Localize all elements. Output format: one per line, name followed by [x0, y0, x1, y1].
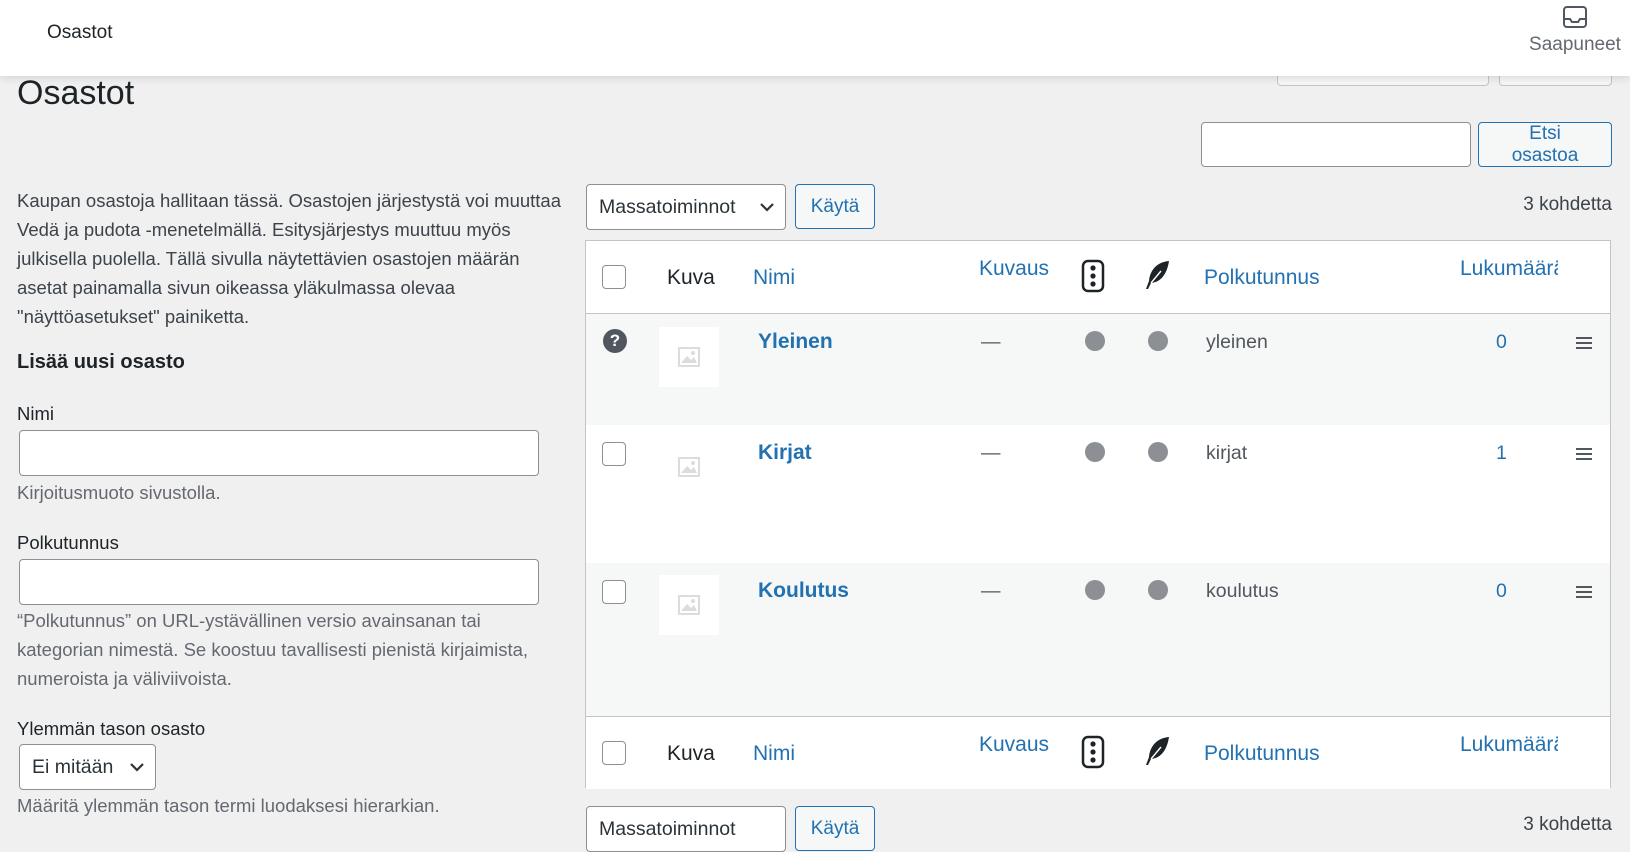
category-count-link[interactable]: 0 — [1496, 331, 1507, 354]
slug-label: Polkutunnus — [17, 532, 119, 553]
feather-icon[interactable] — [1143, 259, 1171, 291]
category-count-link[interactable]: 0 — [1496, 580, 1507, 603]
column-image: Kuva — [667, 742, 715, 765]
search-input[interactable] — [1201, 122, 1471, 167]
question-circle-icon[interactable]: ? — [603, 329, 627, 353]
bulk-actions-value: Massatoiminnot — [599, 818, 736, 840]
category-image — [659, 327, 719, 387]
item-count-bottom: 3 kohdetta — [1523, 814, 1612, 835]
bulk-actions-select[interactable]: Massatoiminnot — [586, 184, 786, 230]
parent-help: Määritä ylemmän tason termi luodaksesi h… — [17, 795, 440, 816]
category-slug: yleinen — [1206, 331, 1268, 353]
inbox-label: Saapuneet — [1529, 34, 1621, 55]
image-placeholder-icon — [678, 595, 700, 615]
category-description: — — [981, 580, 1001, 602]
apply-button-bottom[interactable]: Käytä — [795, 806, 875, 851]
category-slug: kirjat — [1206, 442, 1248, 464]
category-count-link[interactable]: 1 — [1496, 442, 1507, 465]
bulk-actions-value: Massatoiminnot — [599, 196, 736, 218]
form-heading: Lisää uusi osasto — [17, 351, 185, 373]
column-count[interactable]: Lukumäärä — [1460, 733, 1558, 757]
category-image — [659, 575, 719, 635]
parent-select[interactable]: Ei mitään — [19, 744, 156, 790]
table-footer: Kuva Nimi Kuvaus Polkutunnus Lukumäärä — [586, 716, 1610, 789]
chevron-down-icon — [760, 203, 774, 212]
column-count[interactable]: Lukumäärä — [1460, 257, 1558, 281]
table-header: Kuva Nimi Kuvaus Polkutunnus Lukumäärä — [586, 241, 1610, 314]
slug-help: “Polkutunnus” on URL-ystävällinen versio… — [17, 610, 529, 689]
traffic-light-icon[interactable] — [1081, 259, 1105, 293]
drag-handle-icon[interactable] — [1576, 337, 1592, 349]
apply-button[interactable]: Käytä — [795, 184, 875, 229]
name-input[interactable] — [19, 430, 539, 476]
column-name[interactable]: Nimi — [753, 266, 795, 290]
table-row: Kirjat — kirjat 1 — [586, 425, 1610, 563]
top-bar: Osastot Saapuneet — [0, 0, 1630, 76]
column-name[interactable]: Nimi — [753, 742, 795, 766]
name-label: Nimi — [17, 403, 54, 424]
column-slug[interactable]: Polkutunnus — [1204, 266, 1320, 290]
status-dot-icon — [1148, 580, 1168, 600]
bulk-actions-select-bottom[interactable]: Massatoiminnot — [586, 806, 786, 852]
page-title: Osastot — [17, 74, 135, 112]
category-description: — — [981, 442, 1001, 464]
select-all-checkbox[interactable] — [602, 265, 626, 289]
chevron-down-icon — [130, 763, 144, 772]
select-all-checkbox-footer[interactable] — [602, 741, 626, 765]
status-dot-icon — [1148, 331, 1168, 351]
parent-select-value: Ei mitään — [32, 756, 114, 778]
search-button[interactable]: Etsi osastoa — [1478, 122, 1612, 167]
item-count: 3 kohdetta — [1523, 194, 1612, 215]
drag-handle-icon[interactable] — [1576, 586, 1592, 598]
status-dot-icon — [1085, 580, 1105, 600]
category-name-link[interactable]: Koulutus — [758, 579, 849, 603]
page-description: Kaupan osastoja hallitaan tässä. Osastoj… — [17, 190, 562, 327]
column-image: Kuva — [667, 266, 715, 289]
inbox-button[interactable]: Saapuneet — [1520, 4, 1630, 56]
category-slug: koulutus — [1206, 580, 1279, 602]
category-name-link[interactable]: Kirjat — [758, 441, 812, 465]
name-help: Kirjoitusmuoto sivustolla. — [17, 482, 221, 503]
category-name-link[interactable]: Yleinen — [758, 330, 833, 354]
feather-icon[interactable] — [1143, 735, 1171, 767]
row-checkbox[interactable] — [602, 442, 626, 466]
column-description[interactable]: Kuvaus — [979, 733, 1049, 757]
row-checkbox[interactable] — [602, 580, 626, 604]
parent-label: Ylemmän tason osasto — [17, 718, 206, 739]
table-row: Koulutus — koulutus 0 — [586, 563, 1610, 716]
traffic-light-icon[interactable] — [1081, 735, 1105, 769]
table-row: ? Yleinen — yleinen 0 — [586, 314, 1610, 425]
category-image — [659, 437, 719, 497]
categories-table: Kuva Nimi Kuvaus Polkutunnus Lukumäärä ?… — [585, 240, 1611, 789]
column-description[interactable]: Kuvaus — [979, 257, 1049, 281]
topbar-title: Osastot — [47, 22, 113, 43]
slug-input[interactable] — [19, 559, 539, 605]
column-slug[interactable]: Polkutunnus — [1204, 742, 1320, 766]
category-description: — — [981, 331, 1001, 353]
inbox-icon — [1563, 6, 1587, 28]
image-placeholder-icon — [678, 347, 700, 367]
image-placeholder-icon — [678, 457, 700, 477]
drag-handle-icon[interactable] — [1576, 448, 1592, 460]
status-dot-icon — [1085, 442, 1105, 462]
add-category-panel: Kaupan osastoja hallitaan tässä. Osastoj… — [17, 186, 562, 374]
status-dot-icon — [1085, 331, 1105, 351]
status-dot-icon — [1148, 442, 1168, 462]
